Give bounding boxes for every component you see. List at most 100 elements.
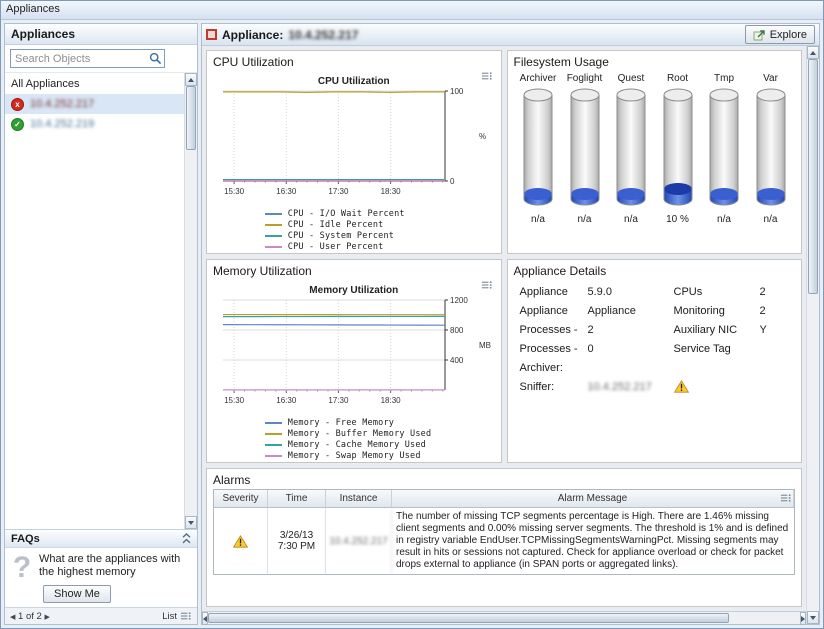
legend-item: Memory - Swap Memory Used bbox=[265, 450, 443, 461]
scroll-down-button[interactable] bbox=[185, 516, 197, 529]
appliance-name: 10.4.252.217 bbox=[30, 98, 94, 110]
explore-label: Explore bbox=[770, 29, 807, 41]
next-page-arrow-icon[interactable]: ▶ bbox=[44, 614, 49, 621]
svg-text:400: 400 bbox=[450, 356, 464, 365]
prev-page-arrow-icon[interactable]: ◀ bbox=[10, 614, 15, 621]
legend-label: CPU - I/O Wait Percent bbox=[288, 209, 405, 219]
search-area bbox=[5, 45, 197, 73]
main-appliance-name: 10.4.252.217 bbox=[288, 28, 358, 42]
scroll-thumb[interactable] bbox=[808, 59, 818, 294]
alarm-column-header[interactable]: Time bbox=[268, 490, 326, 507]
svg-text:17:30: 17:30 bbox=[328, 396, 349, 405]
show-me-button[interactable]: Show Me bbox=[43, 585, 111, 603]
gauge-label: Foglight bbox=[567, 73, 603, 84]
faq-header[interactable]: FAQs bbox=[5, 530, 197, 548]
window-titlebar: Appliances bbox=[1, 1, 823, 20]
list-section-label: All Appliances bbox=[5, 73, 184, 94]
legend-item: CPU - System Percent bbox=[265, 230, 443, 241]
cylinder-graphic bbox=[611, 86, 651, 212]
legend-swatch bbox=[265, 235, 282, 237]
detail-value: 2 bbox=[588, 324, 674, 336]
gauge-label: Tmp bbox=[714, 73, 734, 84]
detail-label: Processes - bbox=[520, 324, 588, 336]
scroll-up-button[interactable] bbox=[807, 46, 819, 59]
legend-item: CPU - Idle Percent bbox=[265, 219, 443, 230]
chart-options-icon[interactable] bbox=[481, 280, 493, 290]
main-scrollbar[interactable] bbox=[806, 46, 819, 624]
svg-text:16:30: 16:30 bbox=[276, 187, 297, 196]
table-options-icon[interactable] bbox=[780, 493, 792, 503]
faq-question: What are the appliances with the highest… bbox=[39, 553, 193, 579]
details-row: Processes -2Auxiliary NICY bbox=[514, 320, 796, 339]
svg-text:800: 800 bbox=[450, 326, 464, 335]
collapse-chevrons-icon[interactable] bbox=[182, 533, 191, 544]
search-icon[interactable] bbox=[146, 52, 164, 65]
panel-title: CPU Utilization bbox=[213, 55, 495, 69]
details-row: Archiver: bbox=[514, 358, 796, 377]
legend-swatch bbox=[265, 213, 282, 215]
sidebar-scrollbar[interactable] bbox=[184, 73, 197, 529]
list-options-icon[interactable] bbox=[180, 611, 192, 621]
details-row: Processes -0Service Tag bbox=[514, 339, 796, 358]
cylinder-graphic bbox=[565, 86, 605, 212]
scroll-thumb[interactable] bbox=[186, 86, 196, 150]
scroll-thumb[interactable] bbox=[208, 613, 729, 623]
explore-button[interactable]: Explore bbox=[745, 25, 815, 44]
legend-swatch bbox=[265, 246, 282, 248]
detail-value: 10.4.252.217 bbox=[588, 381, 674, 393]
appliance-list: x10.4.252.217✓10.4.252.219 bbox=[5, 94, 184, 134]
panel-title: Alarms bbox=[213, 473, 795, 487]
scroll-track[interactable] bbox=[807, 59, 819, 611]
cpu-chart-legend: CPU - I/O Wait PercentCPU - Idle Percent… bbox=[213, 208, 495, 252]
faq-title: FAQs bbox=[11, 533, 40, 545]
filesystem-gauge: Varn/a bbox=[748, 73, 793, 225]
scroll-down-button[interactable] bbox=[807, 611, 819, 624]
appliance-icon bbox=[206, 29, 217, 40]
alarm-row[interactable]: 3/26/13 7:30 PM10.4.252.217The number of… bbox=[214, 508, 794, 574]
scroll-up-button[interactable] bbox=[185, 73, 197, 86]
question-mark-icon: ? bbox=[9, 553, 35, 603]
gauge-label: Root bbox=[667, 73, 688, 84]
filesystem-gauge: Tmpn/a bbox=[702, 73, 747, 225]
dashboard-grid: CPU Utilization CPU Utilization 15:3016:… bbox=[202, 46, 806, 611]
alarm-column-header[interactable]: Severity bbox=[214, 490, 268, 507]
details-row: ApplianceApplianceMonitoring2 bbox=[514, 301, 796, 320]
appliance-list-item[interactable]: x10.4.252.217 bbox=[5, 94, 184, 114]
chart-options-icon[interactable] bbox=[481, 71, 493, 81]
svg-text:18:30: 18:30 bbox=[381, 187, 402, 196]
detail-label: CPUs bbox=[674, 286, 760, 298]
alarm-column-header[interactable]: Alarm Message bbox=[392, 490, 794, 507]
legend-label: Memory - Cache Memory Used bbox=[288, 440, 426, 450]
memory-chart-legend: Memory - Free MemoryMemory - Buffer Memo… bbox=[213, 417, 495, 461]
appliance-list-item[interactable]: ✓10.4.252.219 bbox=[5, 114, 184, 134]
legend-item: Memory - Free Memory bbox=[265, 417, 443, 428]
filesystem-gauge: Questn/a bbox=[609, 73, 654, 225]
legend-label: CPU - User Percent bbox=[288, 242, 384, 252]
svg-text:0: 0 bbox=[450, 177, 455, 186]
legend-swatch bbox=[265, 224, 282, 226]
scroll-track[interactable] bbox=[208, 612, 800, 624]
detail-label: Monitoring bbox=[674, 305, 760, 317]
appliance-details-panel: Appliance Details Appliance5.9.0CPUs2App… bbox=[507, 259, 803, 463]
cylinder-graphic bbox=[658, 86, 698, 212]
filesystem-usage-panel: Filesystem Usage Archivern/aFoglightn/aQ… bbox=[507, 50, 803, 254]
list-mode-control[interactable]: List bbox=[162, 611, 192, 622]
svg-text:15:30: 15:30 bbox=[224, 396, 245, 405]
left-arrow-icon bbox=[203, 616, 207, 622]
panel-title: Memory Utilization bbox=[213, 264, 495, 278]
sidebar-middle: All Appliances x10.4.252.217✓10.4.252.21… bbox=[5, 73, 197, 529]
list-mode-label: List bbox=[162, 611, 177, 622]
scroll-track[interactable] bbox=[185, 86, 197, 516]
up-arrow-icon bbox=[810, 51, 816, 55]
pager: ◀ 1 of 2 ▶ bbox=[10, 611, 50, 622]
svg-text:16:30: 16:30 bbox=[276, 396, 297, 405]
alarm-column-header[interactable]: Instance bbox=[326, 490, 392, 507]
appliances-window: Appliances Appliances All Appliances x10… bbox=[0, 0, 824, 629]
horizontal-scrollbar[interactable] bbox=[202, 611, 806, 624]
details-grid: Appliance5.9.0CPUs2ApplianceApplianceMon… bbox=[514, 282, 796, 396]
legend-item: Memory - Cache Memory Used bbox=[265, 439, 443, 450]
search-input[interactable] bbox=[11, 52, 146, 66]
memory-chart-graphic: 15:3016:3017:3018:304008001200MB bbox=[213, 294, 491, 416]
svg-text:100: 100 bbox=[450, 87, 464, 96]
faq-section: FAQs ? What are the appliances with the … bbox=[5, 529, 197, 607]
